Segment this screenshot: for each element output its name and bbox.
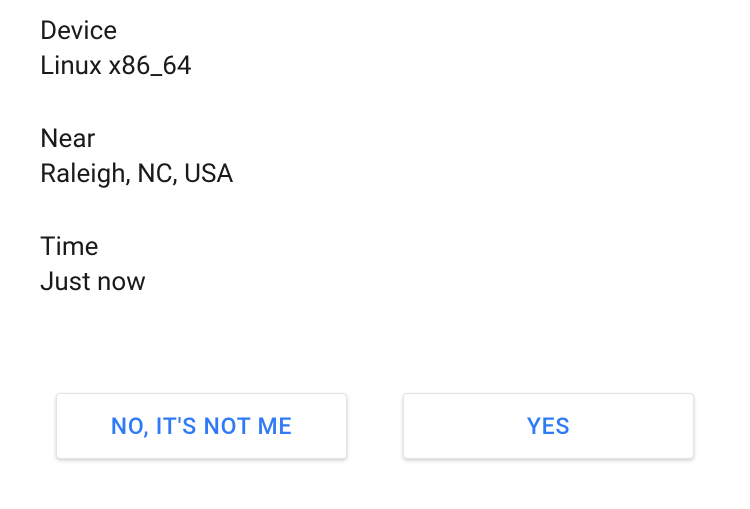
near-value: Raleigh, NC, USA — [40, 157, 710, 192]
time-group: Time Just now — [40, 230, 710, 300]
info-panel: Device Linux x86_64 Near Raleigh, NC, US… — [0, 0, 750, 301]
near-group: Near Raleigh, NC, USA — [40, 122, 710, 192]
yes-button[interactable]: YES — [403, 393, 694, 459]
action-button-row: NO, IT'S NOT ME YES — [0, 393, 750, 459]
device-label: Device — [40, 14, 710, 49]
device-value: Linux x86_64 — [40, 49, 710, 84]
device-group: Device Linux x86_64 — [40, 14, 710, 84]
no-not-me-button[interactable]: NO, IT'S NOT ME — [56, 393, 347, 459]
time-label: Time — [40, 230, 710, 265]
near-label: Near — [40, 122, 710, 157]
time-value: Just now — [40, 265, 710, 300]
